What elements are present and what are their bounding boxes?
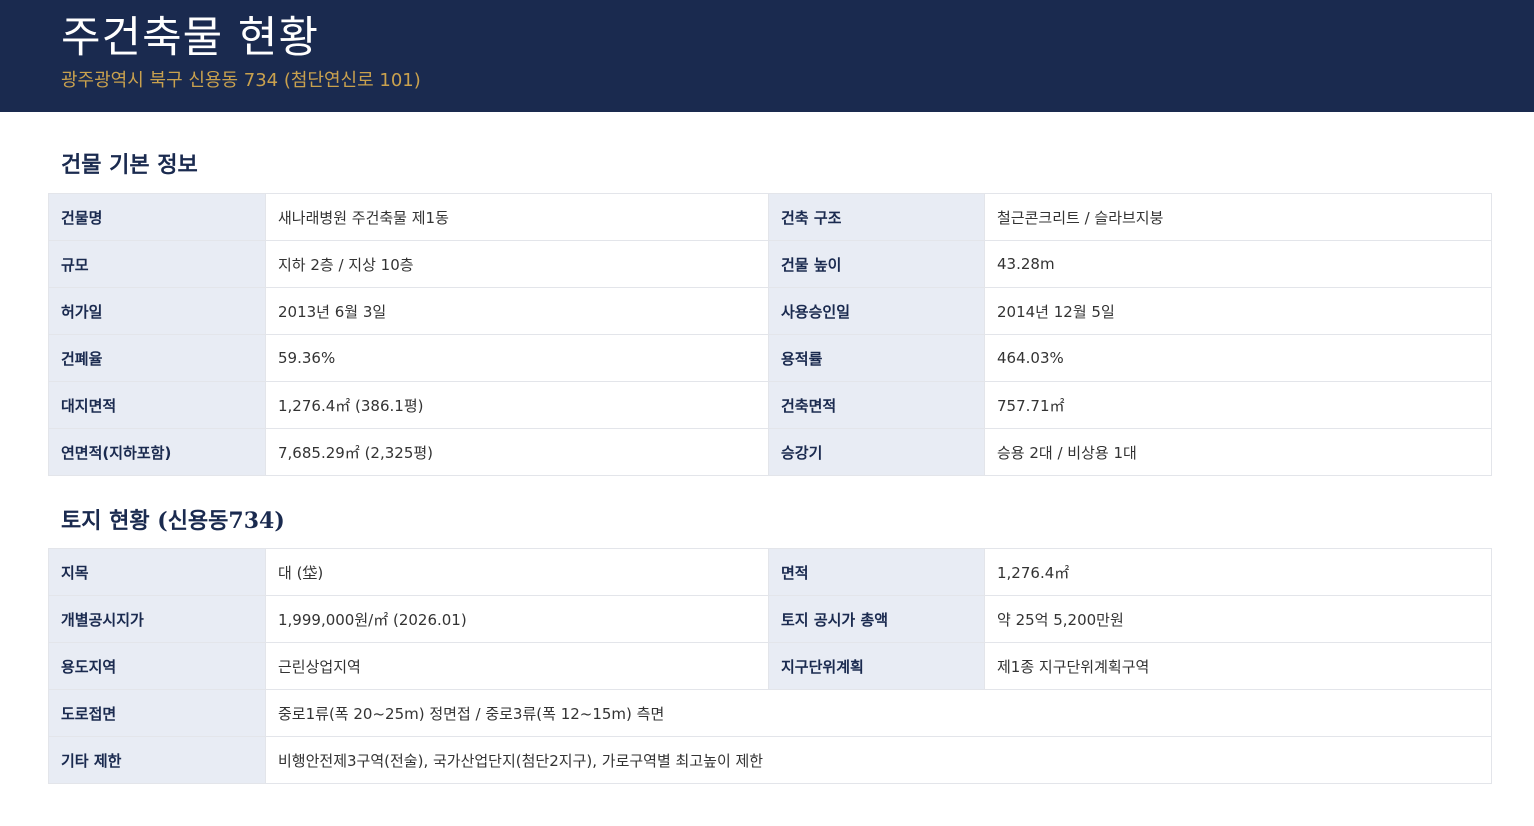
field-value: 757.71㎡	[984, 381, 1492, 429]
field-label: 허가일	[48, 287, 266, 335]
field-value: 59.36%	[265, 334, 769, 382]
page-title: 주건축물 현황	[61, 13, 320, 63]
field-label: 규모	[48, 240, 266, 288]
field-value: 1,276.4㎡ (386.1평)	[265, 381, 769, 429]
field-label: 건물 높이	[768, 240, 985, 288]
address-subtitle: 광주광역시 북구 신용동 734 (첨단연신로 101)	[61, 70, 421, 91]
field-value: 근린상업지역	[265, 642, 769, 690]
field-value: 1,276.4㎡	[984, 548, 1492, 596]
field-value: 2014년 12월 5일	[984, 287, 1492, 335]
section-title-building: 건물 기본 정보	[61, 152, 198, 178]
table-row: 규모 지하 2층 / 지상 10층 건물 높이 43.28m	[48, 240, 1492, 288]
table-row: 지목 대 (垈) 면적 1,276.4㎡	[48, 548, 1492, 596]
field-label: 대지면적	[48, 381, 266, 429]
field-label: 용적률	[768, 334, 985, 382]
field-label: 건물명	[48, 193, 266, 241]
field-label: 토지 공시가 총액	[768, 595, 985, 643]
field-label: 용도지역	[48, 642, 266, 690]
field-value: 제1종 지구단위계획구역	[984, 642, 1492, 690]
field-value: 43.28m	[984, 240, 1492, 288]
land-info-table: 지목 대 (垈) 면적 1,276.4㎡ 개별공시지가 1,999,000원/㎡ (202…	[48, 548, 1492, 784]
table-row: 건물명 새나래병원 주건축물 제1동 건축 구조 철근콘크리트 / 슬라브지붕	[48, 193, 1492, 241]
section-title-land: 토지 현황 (신용동734)	[61, 508, 285, 534]
field-label: 승강기	[768, 428, 985, 476]
field-value: 철근콘크리트 / 슬라브지붕	[984, 193, 1492, 241]
field-value: 지하 2층 / 지상 10층	[265, 240, 769, 288]
field-value: 비행안전제3구역(전술), 국가산업단지(첨단2지구), 가로구역별 최고높이 …	[265, 736, 1492, 784]
field-value: 464.03%	[984, 334, 1492, 382]
table-row: 허가일 2013년 6월 3일 사용승인일 2014년 12월 5일	[48, 287, 1492, 335]
table-row: 용도지역 근린상업지역 지구단위계획 제1종 지구단위계획구역	[48, 642, 1492, 690]
field-label: 도로접면	[48, 689, 266, 737]
field-value: 새나래병원 주건축물 제1동	[265, 193, 769, 241]
table-row: 도로접면 중로1류(폭 20~25m) 정면접 / 중로3류(폭 12~15m) …	[48, 689, 1492, 737]
building-info-table: 건물명 새나래병원 주건축물 제1동 건축 구조 철근콘크리트 / 슬라브지붕 규모 지하…	[48, 193, 1492, 476]
field-value: 7,685.29㎡ (2,325평)	[265, 428, 769, 476]
field-label: 개별공시지가	[48, 595, 266, 643]
field-value: 2013년 6월 3일	[265, 287, 769, 335]
field-value: 중로1류(폭 20~25m) 정면접 / 중로3류(폭 12~15m) 측면	[265, 689, 1492, 737]
field-label: 연면적(지하포함)	[48, 428, 266, 476]
field-label: 지목	[48, 548, 266, 596]
field-label: 기타 제한	[48, 736, 266, 784]
field-value: 승용 2대 / 비상용 1대	[984, 428, 1492, 476]
table-row: 대지면적 1,276.4㎡ (386.1평) 건축면적 757.71㎡	[48, 381, 1492, 429]
table-row: 건폐율 59.36% 용적률 464.03%	[48, 334, 1492, 382]
page-header: 주건축물 현황 광주광역시 북구 신용동 734 (첨단연신로 101)	[0, 0, 1534, 112]
field-label: 건축 구조	[768, 193, 985, 241]
table-row: 기타 제한 비행안전제3구역(전술), 국가산업단지(첨단2지구), 가로구역별 …	[48, 736, 1492, 784]
field-value: 약 25억 5,200만원	[984, 595, 1492, 643]
field-label: 건폐율	[48, 334, 266, 382]
field-label: 건축면적	[768, 381, 985, 429]
table-row: 개별공시지가 1,999,000원/㎡ (2026.01) 토지 공시가 총액 약 2…	[48, 595, 1492, 643]
table-row: 연면적(지하포함) 7,685.29㎡ (2,325평) 승강기 승용 2대 / 비상…	[48, 428, 1492, 476]
field-value: 1,999,000원/㎡ (2026.01)	[265, 595, 769, 643]
field-label: 면적	[768, 548, 985, 596]
field-label: 사용승인일	[768, 287, 985, 335]
field-value: 대 (垈)	[265, 548, 769, 596]
field-label: 지구단위계획	[768, 642, 985, 690]
